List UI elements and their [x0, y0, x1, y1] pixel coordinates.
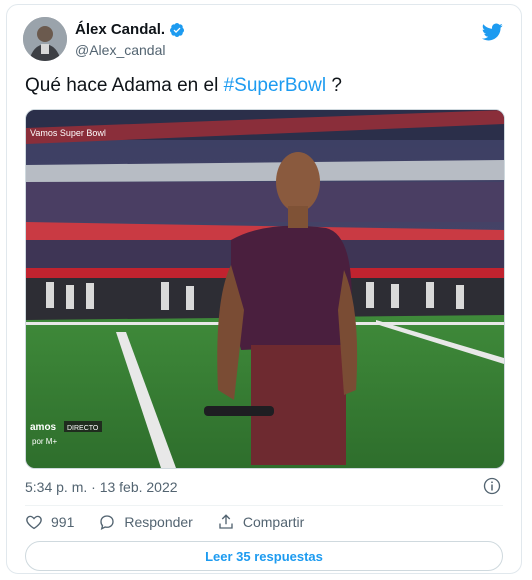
read-replies-button[interactable]: Leer 35 respuestas [25, 541, 503, 571]
avatar-image [23, 17, 67, 61]
share-icon [219, 514, 233, 529]
tweet-text: Qué hace Adama en el #SuperBowl ? [25, 75, 342, 97]
football-field-photo: Vamos Super Bowl amos DIRECTO por M+ [26, 110, 504, 468]
tweet-timestamp[interactable]: 5:34 p. m. · 13 feb. 2022 [25, 479, 178, 495]
overlay-logo-text: por M+ [32, 437, 57, 446]
reply-button[interactable]: Responder [98, 513, 193, 531]
reply-label: Responder [124, 514, 193, 530]
twitter-bird-icon[interactable] [481, 21, 503, 43]
share-label: Compartir [242, 514, 305, 530]
overlay-brand-text: amos [30, 422, 57, 433]
share-button[interactable]: Compartir [217, 513, 304, 531]
divider [25, 505, 503, 506]
author-name[interactable]: Álex Candal. [75, 21, 165, 38]
hashtag-link[interactable]: #SuperBowl [224, 75, 326, 96]
reply-icon [100, 515, 115, 531]
tweet-text-prefix: Qué hace Adama en el [25, 75, 224, 96]
tweet-actions: 991 Responder Compartir [25, 513, 328, 531]
tweet-text-suffix: ? [326, 75, 342, 96]
tweet-media-image[interactable]: Vamos Super Bowl amos DIRECTO por M+ [25, 109, 505, 469]
overlay-directo-text: DIRECTO [67, 425, 99, 432]
heart-icon [26, 515, 42, 530]
like-button[interactable]: 991 [25, 513, 74, 531]
author-handle[interactable]: @Alex_candal [75, 42, 166, 58]
overlay-top-text: Vamos Super Bowl [30, 128, 106, 138]
author-name-row[interactable]: Álex Candal. [75, 21, 185, 38]
info-icon[interactable] [483, 477, 501, 495]
tweet-card: Álex Candal. @Alex_candal Qué hace Adama… [6, 4, 522, 574]
avatar[interactable] [23, 17, 67, 61]
verified-badge-icon [170, 22, 185, 37]
likes-count: 991 [51, 514, 75, 530]
